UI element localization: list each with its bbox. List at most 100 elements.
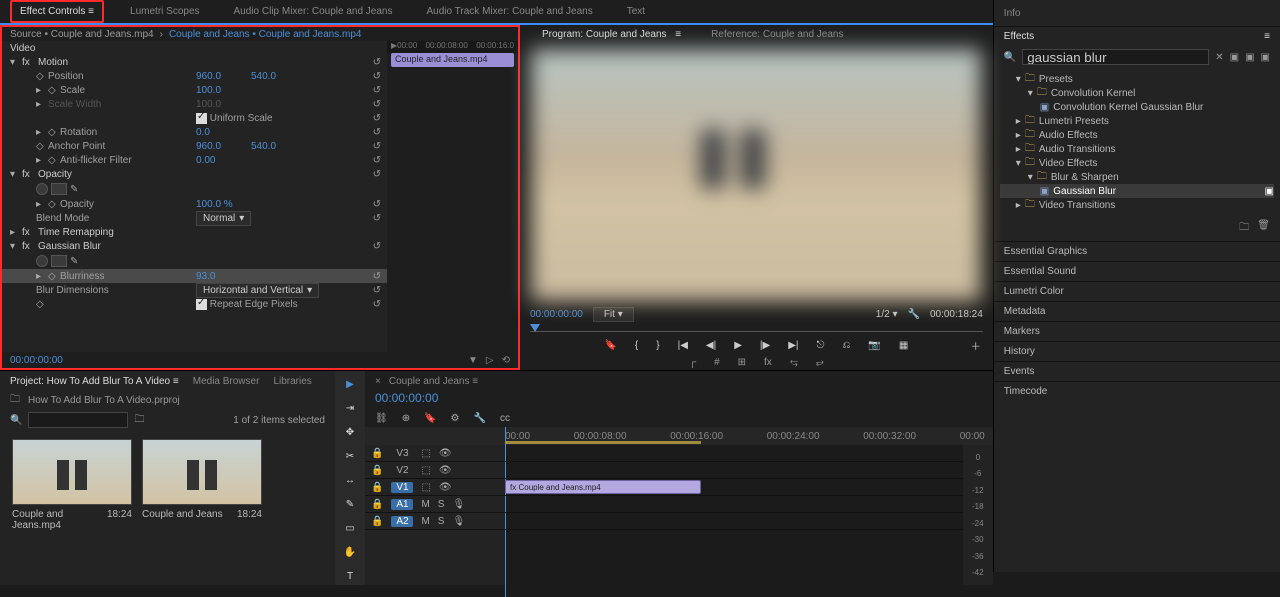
extract-icon[interactable]: ⎌ <box>842 340 850 351</box>
tree-ck-gaussian[interactable]: ▣Convolution Kernel Gaussian Blur <box>1000 100 1274 114</box>
repeat-edge-checkbox[interactable] <box>196 299 207 310</box>
panel-timecode[interactable]: Timecode <box>994 381 1280 401</box>
yuv-filter-icon[interactable]: ▣ <box>1261 52 1270 63</box>
blend-mode-dropdown[interactable]: Normal▾ <box>196 211 251 226</box>
position-x-value[interactable]: 960.0 <box>196 71 251 82</box>
reset-icon[interactable]: ↺ <box>373 213 381 224</box>
lock-icon[interactable]: 🔒 <box>371 516 383 527</box>
overwrite-icon[interactable]: ⥂ <box>816 357 824 368</box>
rotation-value[interactable]: 0.0 <box>196 127 251 138</box>
disclosure-icon[interactable]: ▾ <box>10 241 18 252</box>
program-timecode-in[interactable]: 00:00:00:00 <box>530 309 583 320</box>
slip-tool-icon[interactable]: ↔ <box>345 475 355 489</box>
new-bin-icon[interactable]: 🗀 <box>1239 220 1249 237</box>
go-to-in-icon[interactable]: |◀ <box>678 340 688 351</box>
project-item[interactable]: Couple and Jeans.mp418:24 <box>12 439 132 577</box>
ellipse-mask-icon[interactable] <box>36 255 48 267</box>
lock-icon[interactable]: 🔒 <box>371 482 383 493</box>
project-search-input[interactable] <box>28 412 128 428</box>
opacity-value[interactable]: 100.0 % <box>196 199 251 210</box>
keyframe-toggle-icon[interactable]: ◇ <box>36 141 44 152</box>
disclosure-icon[interactable]: ▸ <box>36 85 44 96</box>
track-select-tool-icon[interactable]: ⇥ <box>346 403 354 417</box>
timeline-ruler[interactable]: 00:0000:00:08:0000:00:16:0000:00:24:0000… <box>365 427 993 445</box>
lock-icon[interactable]: 🔒 <box>371 499 383 510</box>
32bit-filter-icon[interactable]: ▣ <box>1245 52 1254 63</box>
keyframe-toggle-icon[interactable]: ◇ <box>48 199 56 210</box>
reset-icon[interactable]: ↺ <box>373 57 381 68</box>
keyframe-toggle-icon[interactable]: ◇ <box>36 71 44 82</box>
mark-in-icon[interactable]: { <box>635 340 638 351</box>
position-y-value[interactable]: 540.0 <box>251 71 306 82</box>
effect-controls-mini-timeline[interactable]: ▶00:0000:00:08:0000:00:16:0 Couple and J… <box>387 41 518 352</box>
razor-tool-icon[interactable]: ✂ <box>346 451 354 465</box>
ellipse-mask-icon[interactable] <box>36 183 48 195</box>
proxy-icon[interactable]: # <box>714 357 720 368</box>
reset-icon[interactable]: ↺ <box>373 155 381 166</box>
timeline-timecode[interactable]: 00:00:00:00 <box>365 391 993 409</box>
antiflicker-value[interactable]: 0.00 <box>196 155 251 166</box>
reset-icon[interactable]: ↺ <box>373 199 381 210</box>
tree-lumetri-presets[interactable]: ▸🗀Lumetri Presets <box>1000 114 1274 128</box>
lift-icon[interactable]: ⎋ <box>817 340 825 351</box>
reset-icon[interactable]: ↺ <box>373 141 381 152</box>
opacity-effect-title[interactable]: Opacity <box>38 169 72 180</box>
tree-gaussian-blur[interactable]: ▣Gaussian Blur▣ <box>1000 184 1274 198</box>
disclosure-icon[interactable]: ▾ <box>10 169 18 180</box>
pen-mask-icon[interactable]: ✎ <box>70 256 78 267</box>
keyframe-toggle-icon[interactable]: ◇ <box>48 271 56 282</box>
reset-icon[interactable]: ↺ <box>373 99 381 110</box>
solo-toggle[interactable]: S <box>438 516 445 527</box>
panel-events[interactable]: Events <box>994 361 1280 381</box>
panel-lumetri-color[interactable]: Lumetri Color <box>994 281 1280 301</box>
tab-audio-clip-mixer[interactable]: Audio Clip Mixer: Couple and Jeans <box>226 2 401 21</box>
mark-out-icon[interactable]: } <box>656 340 659 351</box>
keyframe-toggle-icon[interactable]: ◇ <box>48 127 56 138</box>
step-icon[interactable]: ▷ <box>486 355 494 366</box>
disclosure-icon[interactable]: ▸ <box>36 271 44 282</box>
tab-effect-controls[interactable]: Effect Controls ≡ <box>10 0 104 23</box>
mute-toggle[interactable]: M <box>421 499 429 510</box>
panel-markers[interactable]: Markers <box>994 321 1280 341</box>
timeline-clip[interactable]: fx Couple and Jeans.mp4 <box>505 480 701 494</box>
linked-selection-icon[interactable]: ⊕ <box>402 413 410 424</box>
track-v1[interactable]: V1 <box>391 482 413 493</box>
master-clip-link[interactable]: Couple and Jeans • Couple and Jeans.mp4 <box>169 29 362 40</box>
gaussian-blur-title[interactable]: Gaussian Blur <box>38 241 101 252</box>
anchor-x-value[interactable]: 960.0 <box>196 141 251 152</box>
tree-blur-sharpen[interactable]: ▾🗀Blur & Sharpen <box>1000 170 1274 184</box>
tab-info[interactable]: Info <box>1004 8 1021 19</box>
keyframe-toggle-icon[interactable]: ◇ <box>48 85 56 96</box>
accelerated-filter-icon[interactable]: ▣ <box>1230 52 1239 63</box>
delete-icon[interactable]: 🗑 <box>1257 220 1270 237</box>
keyframe-toggle-icon[interactable]: ◇ <box>36 299 44 310</box>
mute-toggle[interactable]: M <box>421 516 429 527</box>
anchor-y-value[interactable]: 540.0 <box>251 141 306 152</box>
lock-icon[interactable]: 🔒 <box>371 465 383 476</box>
keyframe-toggle-icon[interactable]: ◇ <box>48 155 56 166</box>
reset-icon[interactable]: ↺ <box>373 285 381 296</box>
work-area-bar[interactable] <box>505 441 701 444</box>
bin-icon[interactable]: 🗀 <box>134 412 144 429</box>
tab-project[interactable]: Project: How To Add Blur To A Video ≡ <box>10 376 179 387</box>
comparison-icon[interactable]: ▦ <box>899 340 908 351</box>
safe-margins-icon[interactable]: ┌ <box>689 357 696 368</box>
program-scrubber[interactable] <box>530 322 983 335</box>
tab-program[interactable]: Program: Couple and Jeans ≡ <box>530 25 687 44</box>
loop-icon[interactable]: ⟲ <box>502 355 510 366</box>
panel-essential-graphics[interactable]: Essential Graphics <box>994 241 1280 261</box>
panel-metadata[interactable]: Metadata <box>994 301 1280 321</box>
fx-icon[interactable]: fx <box>764 357 772 368</box>
eye-icon[interactable]: 👁 <box>439 448 452 459</box>
program-preview[interactable] <box>530 48 982 302</box>
effects-search-input[interactable] <box>1022 49 1209 65</box>
reset-icon[interactable]: ↺ <box>373 299 381 310</box>
time-remapping-title[interactable]: Time Remapping <box>38 227 114 238</box>
lock-icon[interactable]: 🔒 <box>371 448 383 459</box>
reset-icon[interactable]: ↺ <box>373 271 381 282</box>
snap-icon[interactable]: ⛓ <box>375 413 388 424</box>
project-item[interactable]: Couple and Jeans18:24 <box>142 439 262 577</box>
zoom-fit-dropdown[interactable]: Fit ▾ <box>593 307 634 322</box>
program-timecode-out[interactable]: 00:00:18:24 <box>930 309 983 320</box>
disclosure-icon[interactable]: ▸ <box>36 199 44 210</box>
